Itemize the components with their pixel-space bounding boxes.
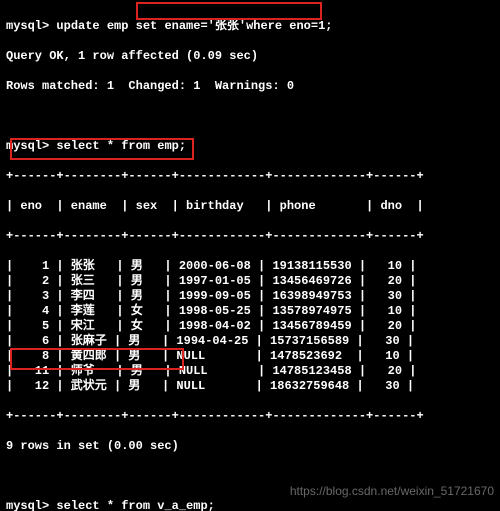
terminal-output: mysql> update emp set ename='张张'where en… (0, 0, 500, 511)
table-row: | 3 | 李四 | 男 | 1999-09-05 | 16398949753 … (6, 289, 494, 304)
table-row: | 2 | 张三 | 男 | 1997-01-05 | 13456469726 … (6, 274, 494, 289)
cmd-update: mysql> update emp set ename='张张'where en… (6, 19, 494, 34)
table-row: | 6 | 张麻子 | 男 | 1994-04-25 | 15737156589… (6, 334, 494, 349)
watermark: https://blog.csdn.net/weixin_51721670 (290, 484, 494, 499)
table1-footer: 9 rows in set (0.00 sec) (6, 439, 494, 454)
table-row: | 5 | 宋江 | 女 | 1998-04-02 | 13456789459 … (6, 319, 494, 334)
cmd-select-emp: mysql> select * from emp; (6, 139, 494, 154)
table-row: | 1 | 张张 | 男 | 2000-06-08 | 19138115530 … (6, 259, 494, 274)
table1-sep-mid: +------+--------+------+------------+---… (6, 229, 494, 244)
table1-body: | 1 | 张张 | 男 | 2000-06-08 | 19138115530 … (6, 259, 494, 394)
table1-sep-top: +------+--------+------+------------+---… (6, 169, 494, 184)
table-row: | 8 | 黄四郎 | 男 | NULL | 1478523692 | 10 | (6, 349, 494, 364)
table-row: | 4 | 李莲 | 女 | 1998-05-25 | 13578974975 … (6, 304, 494, 319)
table-row: | 11 | 师爷 | 男 | NULL | 14785123458 | 20 … (6, 364, 494, 379)
update-result-1: Query OK, 1 row affected (0.09 sec) (6, 49, 494, 64)
table-row: | 12 | 武状元 | 男 | NULL | 18632759648 | 30… (6, 379, 494, 394)
table1-header: | eno | ename | sex | birthday | phone |… (6, 199, 494, 214)
table1-sep-bot: +------+--------+------+------------+---… (6, 409, 494, 424)
cmd-select-view: mysql> select * from v_a_emp; (6, 499, 494, 511)
update-result-2: Rows matched: 1 Changed: 1 Warnings: 0 (6, 79, 494, 94)
